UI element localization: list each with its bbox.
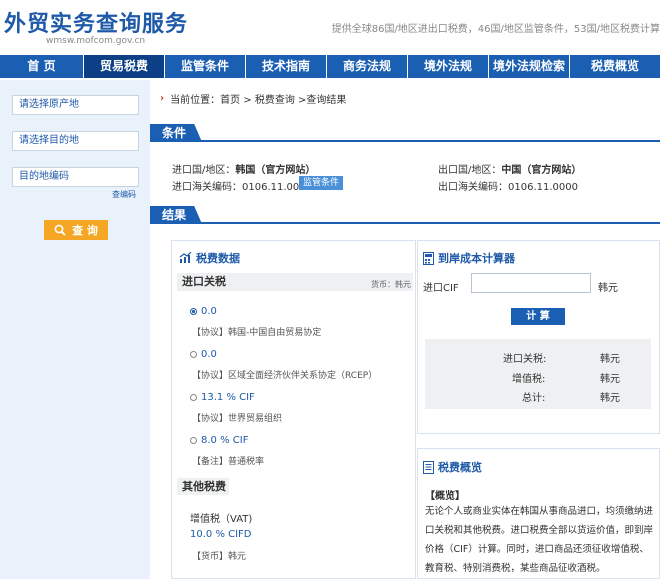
vat-rate: 10.0 % CIFD — [190, 529, 252, 540]
import-country: 进口国/地区：韩国（官方网站） — [172, 165, 316, 176]
overview-title: 税费概览 — [423, 459, 482, 475]
supervision-badge[interactable]: 监管条件 — [299, 176, 343, 190]
result-tariff-label: 进口关税: — [503, 354, 547, 365]
vat-label: 增值税（VAT) — [190, 514, 253, 525]
breadcrumb-path[interactable]: 首页 > 税费查询 >查询结果 — [220, 91, 346, 106]
query-button-label: 查 询 — [72, 224, 98, 237]
rate-note-1: 【协议】韩国-中国自由贸易协定 — [192, 328, 322, 338]
chart-icon — [179, 252, 192, 263]
nav-item-home[interactable]: 首 页 — [0, 55, 84, 78]
destination-select[interactable]: 请选择目的地 — [12, 131, 139, 151]
lookup-code-link[interactable]: 查编码 — [112, 189, 136, 200]
site-tagline: 提供全球86国/地区进出口税费，46国/地区监管条件，53国/地区税费计算 — [331, 24, 660, 35]
calculate-button[interactable]: 计 算 — [511, 308, 565, 325]
rate-option-4[interactable]: 8.0 % CIF — [190, 435, 248, 446]
radio-icon[interactable] — [190, 437, 197, 444]
nav-item-foreign-law[interactable]: 境外法规 — [408, 55, 489, 78]
rate-value-1: 0.0 — [201, 306, 217, 317]
query-button[interactable]: 查 询 — [44, 220, 108, 240]
tax-data-title: 税费数据 — [179, 250, 240, 266]
calculator-title: 到岸成本计算器 — [423, 250, 515, 266]
breadcrumb: › 当前位置： 首页 > 税费查询 >查询结果 — [160, 91, 346, 106]
cif-input[interactable] — [471, 273, 591, 293]
import-country-value[interactable]: 韩国（官方网站） — [235, 165, 315, 176]
condition-divider — [150, 140, 660, 142]
result-total-value: 韩元 — [600, 393, 620, 404]
rate-note-2: 【协议】区域全面经济伙伴关系协定（RCEP） — [192, 371, 378, 381]
destination-code-input[interactable]: 目的地编码 — [12, 167, 139, 187]
result-vat-label: 增值税: — [512, 374, 546, 385]
vat-currency: 【货币】韩元 — [192, 552, 247, 562]
rate-value-2: 0.0 — [201, 349, 217, 360]
nav-item-tech-guide[interactable]: 技术指南 — [246, 55, 327, 78]
radio-selected-icon[interactable] — [190, 308, 197, 315]
cif-unit: 韩元 — [598, 283, 618, 294]
cif-label: 进口CIF — [423, 283, 459, 294]
breadcrumb-arrow-icon: › — [160, 93, 165, 104]
rate-option-3[interactable]: 13.1 % CIF — [190, 392, 255, 403]
site-url: wmsw.mofcom.gov.cn — [46, 36, 146, 46]
results-divider — [150, 222, 660, 224]
export-country-value[interactable]: 中国（官方网站） — [501, 165, 581, 176]
overview-text: 无论个人或商业实体在韩国从事商品进口，均须缴纳进口关税和其他税费。进口税费全部以… — [425, 506, 654, 574]
nav-item-tax-overview[interactable]: 税费概览 — [570, 55, 660, 78]
query-sidebar: 请选择原产地 请选择目的地 目的地编码 查编码 查 询 — [0, 80, 150, 579]
document-icon — [423, 460, 434, 474]
export-code: 出口海关编码：0106.11.0000 — [438, 182, 578, 193]
rate-option-2[interactable]: 0.0 — [190, 349, 217, 360]
rate-note-3: 【协议】世界贸易组织 — [192, 414, 283, 424]
nav-item-commerce-law[interactable]: 商务法规 — [327, 55, 408, 78]
main-nav: 首 页 贸易税费 监管条件 技术指南 商务法规 境外法规 境外法规检索 税费概览 — [0, 55, 660, 78]
export-country: 出口国/地区：中国（官方网站） — [438, 165, 582, 176]
overview-head: 【概览】 — [425, 491, 465, 502]
currency-note: 货币：韩元 — [371, 280, 411, 289]
radio-icon[interactable] — [190, 394, 197, 401]
site-logo[interactable]: 外贸实务查询服务 — [4, 6, 188, 38]
rate-value-4: 8.0 % CIF — [201, 435, 249, 446]
rate-option-1[interactable]: 0.0 — [190, 306, 217, 317]
result-vat-value: 韩元 — [600, 374, 620, 385]
search-icon — [54, 224, 66, 236]
nav-item-supervision[interactable]: 监管条件 — [165, 55, 246, 78]
site-header: 外贸实务查询服务 wmsw.mofcom.gov.cn 提供全球86国/地区进出… — [0, 0, 660, 52]
result-tariff-value: 韩元 — [600, 354, 620, 365]
export-code-value: 0106.11.0000 — [508, 182, 578, 193]
breadcrumb-prefix: 当前位置： — [170, 95, 221, 106]
nav-item-trade-tax[interactable]: 贸易税费 — [84, 55, 165, 78]
result-total-label: 总计: — [522, 393, 546, 404]
rate-value-3: 13.1 % CIF — [201, 392, 255, 403]
origin-select[interactable]: 请选择原产地 — [12, 95, 139, 115]
other-tax-head: 其他税费 — [177, 478, 229, 495]
radio-icon[interactable] — [190, 351, 197, 358]
calculator-icon — [423, 251, 434, 265]
nav-item-foreign-law-search[interactable]: 境外法规检索 — [489, 55, 570, 78]
rate-note-4: 【备注】普通税率 — [192, 457, 265, 467]
import-code: 进口海关编码：0106.11.0000 — [172, 182, 312, 193]
